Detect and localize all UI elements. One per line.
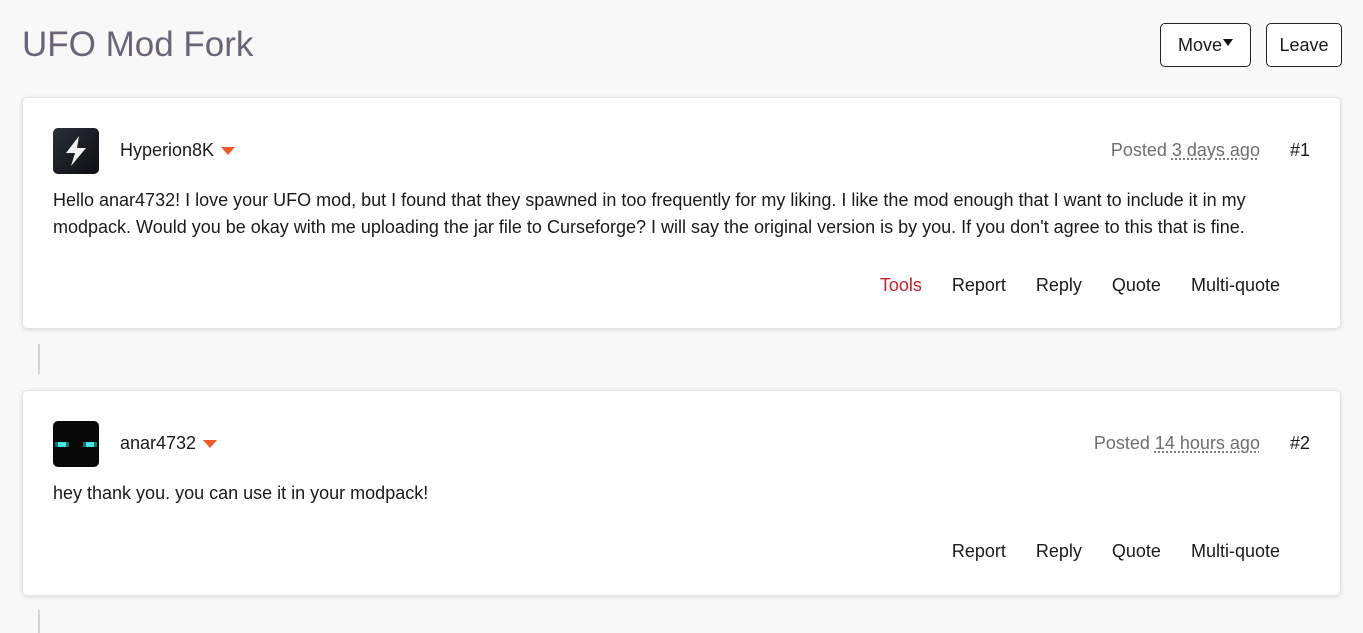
username[interactable]: anar4732 <box>120 433 218 454</box>
lightning-bolt-icon <box>53 128 99 174</box>
posted-label: Posted <box>1093 433 1150 453</box>
multi-quote-link[interactable]: Multi-quote <box>1191 275 1280 296</box>
leave-button[interactable]: Leave <box>1266 23 1342 67</box>
thread-connector <box>38 610 40 633</box>
post-2: anar4732 Posted 14 hours ago #2 hey than… <box>22 390 1341 596</box>
avatar[interactable] <box>53 421 99 467</box>
avatar[interactable] <box>53 128 99 174</box>
user-menu-caret-icon[interactable] <box>221 146 236 155</box>
report-link[interactable]: Report <box>952 275 1006 296</box>
username-label[interactable]: anar4732 <box>120 433 196 454</box>
reply-link[interactable]: Reply <box>1036 275 1082 296</box>
post-actions: Tools Report Reply Quote Multi-quote <box>880 275 1280 296</box>
post-1: Hyperion8K Posted 3 days ago #1 Hello an… <box>22 97 1341 329</box>
post-body: Hello anar4732! I love your UFO mod, but… <box>53 190 1246 237</box>
multi-quote-link[interactable]: Multi-quote <box>1191 541 1280 562</box>
post-time: 3 days ago <box>1171 140 1260 160</box>
page-title: UFO Mod Fork <box>22 25 254 64</box>
report-link[interactable]: Report <box>952 541 1006 562</box>
quote-link[interactable]: Quote <box>1112 541 1161 562</box>
move-button[interactable]: Move <box>1160 23 1251 67</box>
post-body: hey thank you. you can use it in your mo… <box>53 483 429 503</box>
post-number-link[interactable]: #2 <box>1290 433 1310 454</box>
post-meta: Posted 14 hours ago #2 <box>1094 433 1310 454</box>
caret-down-icon <box>1223 38 1233 46</box>
user-menu-caret-icon[interactable] <box>203 439 218 448</box>
enderman-face-icon <box>53 421 99 467</box>
thread-connector <box>38 344 40 374</box>
post-actions: Report Reply Quote Multi-quote <box>952 541 1280 562</box>
move-label: Move <box>1177 34 1222 55</box>
posted-label: Posted <box>1110 140 1167 160</box>
username-label[interactable]: Hyperion8K <box>120 140 214 161</box>
username[interactable]: Hyperion8K <box>120 140 236 161</box>
post-meta: Posted 3 days ago #1 <box>1111 140 1310 161</box>
quote-link[interactable]: Quote <box>1112 275 1161 296</box>
post-number-link[interactable]: #1 <box>1290 140 1310 161</box>
post-time: 14 hours ago <box>1154 433 1260 453</box>
tools-link[interactable]: Tools <box>880 275 922 296</box>
reply-link[interactable]: Reply <box>1036 541 1082 562</box>
